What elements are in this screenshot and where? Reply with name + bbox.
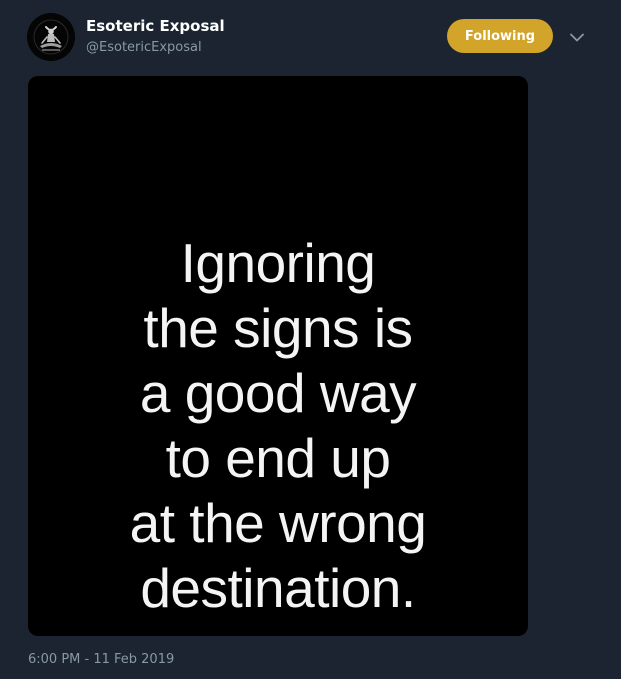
quote-line: a good way (139, 362, 417, 424)
tweet-timestamp[interactable]: 6:00 PM - 11 Feb 2019 (28, 651, 174, 668)
tweet-menu-button[interactable] (568, 28, 586, 46)
chevron-down-icon (570, 33, 584, 41)
quote-line: destination. (140, 557, 416, 619)
author-avatar[interactable] (27, 13, 75, 61)
author-display-name[interactable]: Esoteric Exposal (86, 16, 225, 36)
author-handle[interactable]: @EsotericExposal (86, 39, 202, 56)
tweet-image[interactable]: Ignoring the signs is a good way to end … (28, 76, 528, 636)
quote-line: to end up (165, 427, 391, 489)
quote-line: the signs is (143, 297, 413, 359)
quote-text: Ignoring the signs is a good way to end … (28, 231, 528, 621)
quote-line: Ignoring (180, 232, 376, 294)
following-button[interactable]: Following (447, 19, 553, 53)
quote-line: at the wrong (129, 492, 427, 554)
tweet: Esoteric Exposal @EsotericExposal Follow… (0, 0, 621, 679)
seated-figure-icon (27, 13, 75, 61)
